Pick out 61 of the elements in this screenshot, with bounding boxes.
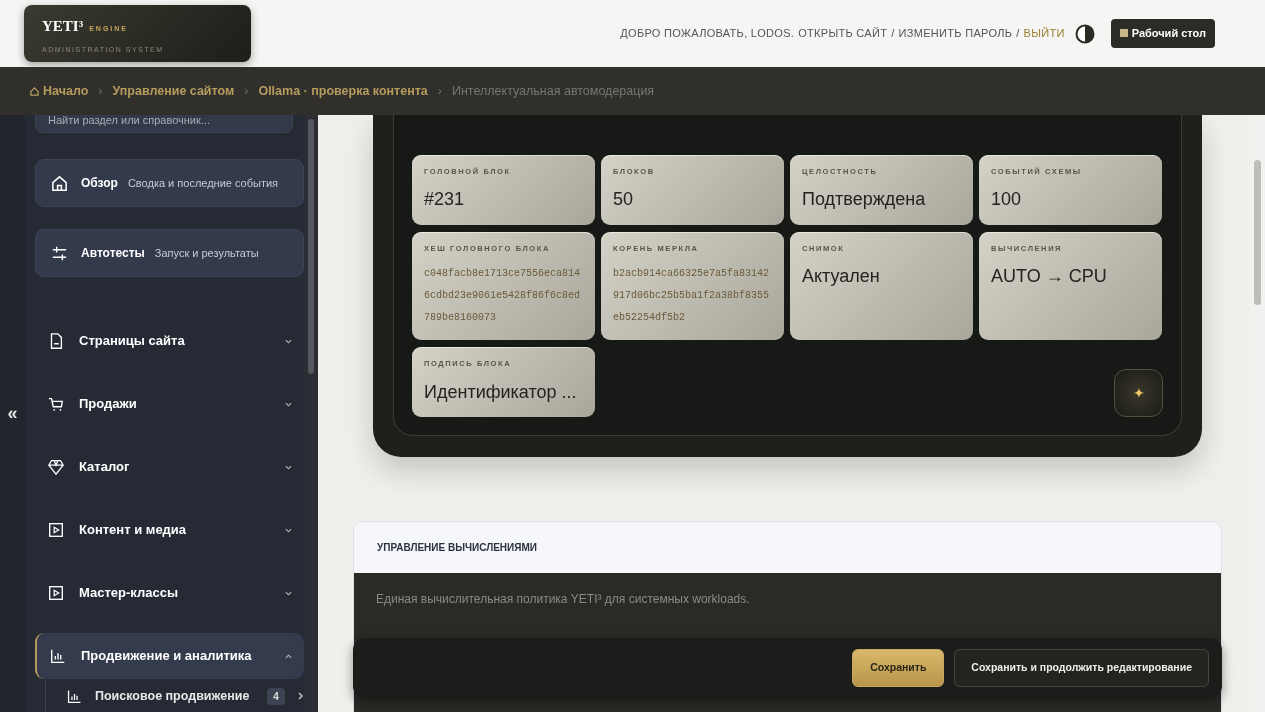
- sidebar-item[interactable]: Каталог: [35, 444, 304, 490]
- header-link[interactable]: ИЗМЕНИТЬ ПАРОЛЬ: [898, 25, 1013, 42]
- quick-link-title: Обзор: [81, 175, 118, 192]
- collapse-sidebar-button[interactable]: «: [7, 400, 18, 427]
- card-title: УПРАВЛЕНИЕ ВЫЧИСЛЕНИЯМИ: [354, 522, 1221, 574]
- save-and-continue-button[interactable]: Сохранить и продолжить редактирование: [954, 649, 1209, 687]
- house-icon: [30, 86, 39, 96]
- quick-link-subtitle: Запуск и результаты: [154, 245, 259, 261]
- stat-value: #231: [424, 188, 466, 212]
- chevron-down-icon: [285, 526, 292, 534]
- desktop-button[interactable]: Рабочий стол: [1110, 19, 1215, 48]
- count-badge: 4: [267, 687, 285, 705]
- breadcrumb-separator: ›: [244, 82, 249, 100]
- header-link[interactable]: ОТКРЫТЬ САЙТ: [798, 25, 888, 42]
- chevron-down-icon: [285, 337, 292, 345]
- chevron-right-icon: [296, 692, 304, 700]
- save-button[interactable]: Сохранить: [852, 649, 945, 687]
- house-icon: [50, 173, 69, 193]
- sidebar-item[interactable]: Продажи: [35, 381, 304, 427]
- breadcrumb-separator: ›: [437, 82, 442, 100]
- diamond-icon: [47, 458, 65, 476]
- search-field[interactable]: Найти раздел или справочник...: [35, 115, 293, 133]
- stat-value: 100: [991, 188, 1023, 212]
- sidebar-item[interactable]: Продвижение и аналитика: [35, 633, 304, 679]
- scrollbar-thumb[interactable]: [1254, 160, 1261, 305]
- hash-value: b2acb914ca66325e7a5fa83142917d06bc25b5ba1f2a38bf8355eb52254df5b2: [613, 267, 771, 326]
- scrollbar-thumb[interactable]: [308, 119, 314, 374]
- sidebar-item[interactable]: Страницы сайта: [35, 318, 304, 364]
- cart-icon: [47, 395, 65, 413]
- welcome-text: ДОБРО ПОЖАЛОВАТЬ, LODOS.: [620, 26, 795, 42]
- stat-value: Идентификатор ...: [424, 380, 578, 404]
- card-description: Единая вычислительная политика YETI³ для системных workloads.: [376, 591, 751, 609]
- stat-value: Актуален: [802, 265, 881, 289]
- stat-value: 50: [613, 188, 635, 212]
- separator-text: /: [891, 26, 895, 42]
- sparkle-button[interactable]: ✦: [1114, 369, 1163, 418]
- chevron-up-icon: [285, 652, 292, 660]
- quick-link-card[interactable]: Автотесты Запуск и результаты: [35, 229, 304, 277]
- play-icon: [47, 521, 65, 539]
- hash-value: c048facb8e1713ce7556eca8146cdbd23e9061e5428f86f6c8ed789be8160073: [424, 267, 582, 326]
- chevron-down-icon: [285, 463, 292, 471]
- stat-value: AUTO → CPU: [991, 265, 1108, 289]
- separator-text: /: [1016, 26, 1020, 42]
- sidebar-subitem[interactable]: Поисковое продвижение 4: [45, 679, 304, 712]
- play-icon: [47, 584, 65, 602]
- quick-link-title: Автотесты: [81, 245, 145, 262]
- chevron-down-icon: [285, 589, 292, 597]
- square-icon: [1119, 29, 1128, 38]
- quick-link-card[interactable]: Обзор Сводка и последние события: [35, 159, 304, 207]
- quick-link-subtitle: Сводка и последние события: [127, 175, 279, 191]
- breadcrumb-link[interactable]: Ollama · проверка контента: [258, 81, 428, 101]
- chevron-down-icon: [285, 400, 292, 408]
- bar-chart-icon: [49, 647, 67, 665]
- breadcrumb-link[interactable]: Начало: [30, 81, 89, 101]
- sidebar-item[interactable]: Контент и медиа: [35, 507, 304, 553]
- theme-toggle-icon[interactable]: [1074, 23, 1095, 44]
- breadcrumb-link[interactable]: Управление сайтом: [112, 81, 235, 101]
- stat-value: Подтверждена: [802, 188, 927, 212]
- breadcrumb-separator: ›: [98, 82, 103, 100]
- sidebar-item[interactable]: Мастер-классы: [35, 570, 304, 616]
- logout-link[interactable]: ВЫЙТИ: [1023, 25, 1065, 42]
